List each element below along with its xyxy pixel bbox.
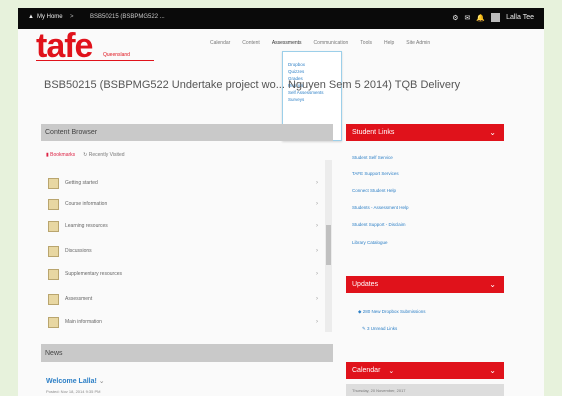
calendar-date: Thursday, 20 November, 2017	[346, 384, 504, 396]
student-links-title: Student Links	[352, 129, 395, 136]
content-item[interactable]: Discussions ›	[48, 243, 318, 259]
chevron-right-icon: ›	[316, 248, 318, 254]
recently-visited-label: Recently Visited	[88, 152, 125, 158]
user-controls: ⚙ ✉ 🔔 Lalla Tee	[452, 13, 534, 22]
content-item[interactable]: Assessment ›	[48, 291, 318, 307]
content-browser-header: Content Browser	[41, 124, 333, 141]
student-link[interactable]: Library Catalogue	[352, 240, 388, 245]
content-item-label: Course information	[65, 201, 108, 207]
dropdown-item-surveys[interactable]: Surveys	[283, 96, 341, 103]
nav-tools[interactable]: Tools	[360, 40, 372, 46]
logo-underline	[36, 60, 154, 61]
chevron-down-icon[interactable]: ⌄	[388, 367, 394, 375]
mail-icon[interactable]: ✉	[465, 14, 471, 22]
update-item-label: 3 Unread Links	[367, 326, 398, 331]
folder-icon	[48, 268, 59, 280]
dropdown-item-quizzes[interactable]: Quizzes	[283, 68, 341, 75]
content-item[interactable]: Course information ›	[48, 196, 318, 212]
content-item[interactable]: Supplementary resources ›	[48, 266, 318, 282]
update-item-label: 280 New Dropbox Submissions	[362, 309, 426, 314]
bookmarks-link[interactable]: ▮ Bookmarks	[46, 152, 75, 158]
content-item-label: Supplementary resources	[65, 271, 122, 277]
update-item[interactable]: ◆ 280 New Dropbox Submissions	[358, 309, 426, 315]
nav-help[interactable]: Help	[384, 40, 394, 46]
breadcrumb-separator: >	[70, 14, 74, 20]
student-link[interactable]: TAFE Support Services	[352, 171, 399, 176]
home-label: My Home	[36, 14, 63, 20]
chevron-right-icon: ›	[316, 296, 318, 302]
news-header: News	[41, 344, 333, 362]
content-item[interactable]: Getting started ›	[48, 175, 318, 191]
content-scrollbar[interactable]	[325, 160, 332, 332]
calendar-header: Calendar ⌄ ⌄	[346, 362, 504, 379]
folder-icon	[48, 198, 59, 210]
content-item-label: Main information	[65, 319, 102, 325]
content-item[interactable]: Learning resources ›	[48, 218, 318, 234]
page-title: BSB50215 (BSBPMG522 Undertake project wo…	[44, 79, 461, 91]
content-item-label: Learning resources	[65, 223, 108, 229]
dropdown-item-dropbox[interactable]: Dropbox	[283, 52, 341, 68]
content-item-label: Getting started	[65, 180, 98, 186]
nav-site-admin[interactable]: Site Admin	[406, 40, 430, 46]
bookmarks-label: Bookmarks	[50, 152, 76, 158]
folder-icon	[48, 293, 59, 305]
home-link[interactable]: ▲ My Home	[28, 14, 63, 20]
chevron-right-icon: ›	[316, 271, 318, 277]
student-link[interactable]: Connect Student Help	[352, 188, 396, 193]
chevron-right-icon: ›	[316, 319, 318, 325]
news-item-title[interactable]: Welcome Lalla! ⌄	[46, 377, 105, 385]
chevron-down-icon[interactable]: ⌄	[99, 378, 105, 385]
nav-communication[interactable]: Communication	[314, 40, 349, 46]
top-navbar: ▲ My Home > BSB50215 (BSBPMG522 ... ⚙ ✉ …	[18, 8, 544, 29]
folder-icon	[48, 316, 59, 328]
content-browser-toolbar: ▮ Bookmarks ↻ Recently Visited	[46, 152, 125, 158]
chevron-right-icon: ›	[316, 223, 318, 229]
student-link[interactable]: Students - Assessment Help	[352, 205, 409, 210]
calendar-title: Calendar	[352, 367, 381, 374]
chevron-down-icon[interactable]: ⌄	[489, 128, 496, 137]
bell-icon[interactable]: 🔔	[476, 14, 485, 22]
folder-icon	[48, 177, 59, 189]
chevron-down-icon[interactable]: ⌄	[489, 280, 496, 289]
student-link[interactable]: Student Support - Disclaim	[352, 222, 406, 227]
content-item[interactable]: Main information ›	[48, 314, 318, 330]
logo-subtitle: Queensland	[103, 52, 130, 58]
student-link[interactable]: Student Self Service	[352, 155, 393, 160]
avatar[interactable]	[491, 13, 501, 22]
scrollbar-thumb[interactable]	[326, 225, 331, 265]
course-navbar: Calendar Content Assessments Communicati…	[210, 40, 442, 46]
folder-icon	[48, 245, 59, 257]
chevron-right-icon: ›	[316, 180, 318, 186]
tafe-logo[interactable]: tafe	[36, 29, 93, 63]
updates-title: Updates	[352, 281, 379, 288]
content-item-label: Assessment	[65, 296, 93, 302]
updates-header: Updates ⌄	[346, 276, 504, 293]
chevron-right-icon: ›	[316, 201, 318, 207]
student-links-header: Student Links ⌄	[346, 124, 504, 141]
folder-icon	[48, 220, 59, 232]
nav-assessments[interactable]: Assessments	[272, 40, 302, 46]
news-title-label: Welcome Lalla!	[46, 378, 97, 385]
chevron-down-icon[interactable]: ⌄	[489, 366, 496, 375]
gear-icon[interactable]: ⚙	[452, 14, 458, 22]
update-item[interactable]: ✎ 3 Unread Links	[362, 326, 397, 332]
recently-visited-link[interactable]: ↻ Recently Visited	[83, 152, 124, 158]
home-icon: ▲	[28, 14, 34, 20]
user-name[interactable]: Lalla Tee	[506, 14, 534, 21]
news-item-meta: Posted: Nov 18, 2014 9:35 PM	[46, 389, 101, 394]
course-breadcrumb[interactable]: BSB50215 (BSBPMG522 ...	[90, 14, 165, 20]
nav-calendar[interactable]: Calendar	[210, 40, 230, 46]
nav-content[interactable]: Content	[242, 40, 260, 46]
content-item-label: Discussions	[65, 248, 92, 254]
